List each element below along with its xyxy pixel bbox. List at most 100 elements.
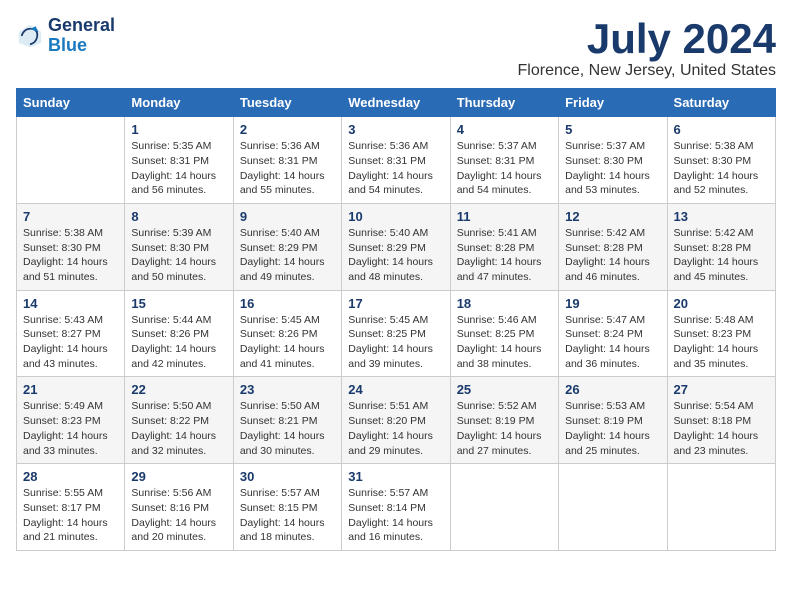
calendar-cell — [559, 464, 667, 551]
calendar-week-row: 1 Sunrise: 5:35 AM Sunset: 8:31 PM Daylig… — [17, 117, 776, 204]
day-number: 13 — [674, 209, 769, 224]
calendar-header-row: SundayMondayTuesdayWednesdayThursdayFrid… — [17, 89, 776, 117]
calendar-cell: 27 Sunrise: 5:54 AM Sunset: 8:18 PM Dayli… — [667, 377, 775, 464]
day-number: 29 — [131, 469, 226, 484]
title-block: July 2024 Florence, New Jersey, United S… — [518, 16, 776, 80]
day-number: 16 — [240, 296, 335, 311]
calendar-cell: 9 Sunrise: 5:40 AM Sunset: 8:29 PM Daylig… — [233, 203, 341, 290]
day-info: Sunrise: 5:57 AM Sunset: 8:14 PM Dayligh… — [348, 486, 443, 545]
calendar-cell: 6 Sunrise: 5:38 AM Sunset: 8:30 PM Daylig… — [667, 117, 775, 204]
day-number: 4 — [457, 122, 552, 137]
calendar-cell — [450, 464, 558, 551]
day-number: 20 — [674, 296, 769, 311]
calendar-cell — [17, 117, 125, 204]
calendar-cell: 19 Sunrise: 5:47 AM Sunset: 8:24 PM Dayli… — [559, 290, 667, 377]
day-number: 21 — [23, 382, 118, 397]
day-number: 9 — [240, 209, 335, 224]
calendar-cell: 25 Sunrise: 5:52 AM Sunset: 8:19 PM Dayli… — [450, 377, 558, 464]
col-header-saturday: Saturday — [667, 89, 775, 117]
day-info: Sunrise: 5:41 AM Sunset: 8:28 PM Dayligh… — [457, 226, 552, 285]
calendar-cell: 10 Sunrise: 5:40 AM Sunset: 8:29 PM Dayli… — [342, 203, 450, 290]
day-info: Sunrise: 5:37 AM Sunset: 8:31 PM Dayligh… — [457, 139, 552, 198]
day-info: Sunrise: 5:45 AM Sunset: 8:25 PM Dayligh… — [348, 313, 443, 372]
calendar-cell: 7Sunrise: 5:38 AM Sunset: 8:30 PM Daylig… — [17, 203, 125, 290]
day-number: 6 — [674, 122, 769, 137]
day-info: Sunrise: 5:50 AM Sunset: 8:22 PM Dayligh… — [131, 399, 226, 458]
page-title: July 2024 — [518, 16, 776, 62]
calendar-table: SundayMondayTuesdayWednesdayThursdayFrid… — [16, 88, 776, 551]
day-number: 25 — [457, 382, 552, 397]
col-header-friday: Friday — [559, 89, 667, 117]
day-info: Sunrise: 5:57 AM Sunset: 8:15 PM Dayligh… — [240, 486, 335, 545]
calendar-cell: 29Sunrise: 5:56 AM Sunset: 8:16 PM Dayli… — [125, 464, 233, 551]
calendar-cell: 26 Sunrise: 5:53 AM Sunset: 8:19 PM Dayli… — [559, 377, 667, 464]
calendar-cell: 17 Sunrise: 5:45 AM Sunset: 8:25 PM Dayli… — [342, 290, 450, 377]
day-number: 22 — [131, 382, 226, 397]
calendar-cell: 5Sunrise: 5:37 AM Sunset: 8:30 PM Daylig… — [559, 117, 667, 204]
calendar-cell: 1 Sunrise: 5:35 AM Sunset: 8:31 PM Daylig… — [125, 117, 233, 204]
calendar-cell: 2 Sunrise: 5:36 AM Sunset: 8:31 PM Daylig… — [233, 117, 341, 204]
calendar-cell: 15 Sunrise: 5:44 AM Sunset: 8:26 PM Dayli… — [125, 290, 233, 377]
day-info: Sunrise: 5:35 AM Sunset: 8:31 PM Dayligh… — [131, 139, 226, 198]
col-header-wednesday: Wednesday — [342, 89, 450, 117]
day-number: 3 — [348, 122, 443, 137]
calendar-cell: 3 Sunrise: 5:36 AM Sunset: 8:31 PM Daylig… — [342, 117, 450, 204]
calendar-cell: 24Sunrise: 5:51 AM Sunset: 8:20 PM Dayli… — [342, 377, 450, 464]
calendar-week-row: 21 Sunrise: 5:49 AM Sunset: 8:23 PM Dayli… — [17, 377, 776, 464]
calendar-cell: 21 Sunrise: 5:49 AM Sunset: 8:23 PM Dayli… — [17, 377, 125, 464]
calendar-cell: 13Sunrise: 5:42 AM Sunset: 8:28 PM Dayli… — [667, 203, 775, 290]
day-info: Sunrise: 5:45 AM Sunset: 8:26 PM Dayligh… — [240, 313, 335, 372]
day-number: 30 — [240, 469, 335, 484]
calendar-cell: 23Sunrise: 5:50 AM Sunset: 8:21 PM Dayli… — [233, 377, 341, 464]
calendar-cell: 4 Sunrise: 5:37 AM Sunset: 8:31 PM Daylig… — [450, 117, 558, 204]
day-info: Sunrise: 5:38 AM Sunset: 8:30 PM Dayligh… — [674, 139, 769, 198]
calendar-cell: 16 Sunrise: 5:45 AM Sunset: 8:26 PM Dayli… — [233, 290, 341, 377]
day-number: 10 — [348, 209, 443, 224]
day-number: 12 — [565, 209, 660, 224]
day-number: 7 — [23, 209, 118, 224]
calendar-cell: 14 Sunrise: 5:43 AM Sunset: 8:27 PM Dayli… — [17, 290, 125, 377]
day-info: Sunrise: 5:36 AM Sunset: 8:31 PM Dayligh… — [348, 139, 443, 198]
day-number: 17 — [348, 296, 443, 311]
calendar-cell: 28Sunrise: 5:55 AM Sunset: 8:17 PM Dayli… — [17, 464, 125, 551]
day-info: Sunrise: 5:36 AM Sunset: 8:31 PM Dayligh… — [240, 139, 335, 198]
day-number: 19 — [565, 296, 660, 311]
day-info: Sunrise: 5:47 AM Sunset: 8:24 PM Dayligh… — [565, 313, 660, 372]
col-header-tuesday: Tuesday — [233, 89, 341, 117]
calendar-week-row: 7Sunrise: 5:38 AM Sunset: 8:30 PM Daylig… — [17, 203, 776, 290]
col-header-monday: Monday — [125, 89, 233, 117]
day-info: Sunrise: 5:52 AM Sunset: 8:19 PM Dayligh… — [457, 399, 552, 458]
day-info: Sunrise: 5:40 AM Sunset: 8:29 PM Dayligh… — [240, 226, 335, 285]
day-number: 31 — [348, 469, 443, 484]
day-info: Sunrise: 5:40 AM Sunset: 8:29 PM Dayligh… — [348, 226, 443, 285]
day-number: 27 — [674, 382, 769, 397]
day-info: Sunrise: 5:48 AM Sunset: 8:23 PM Dayligh… — [674, 313, 769, 372]
day-info: Sunrise: 5:49 AM Sunset: 8:23 PM Dayligh… — [23, 399, 118, 458]
calendar-cell: 20 Sunrise: 5:48 AM Sunset: 8:23 PM Dayli… — [667, 290, 775, 377]
header: General Blue July 2024 Florence, New Jer… — [16, 16, 776, 80]
day-number: 28 — [23, 469, 118, 484]
page-container: General Blue July 2024 Florence, New Jer… — [16, 16, 776, 551]
calendar-cell: 8 Sunrise: 5:39 AM Sunset: 8:30 PM Daylig… — [125, 203, 233, 290]
day-number: 2 — [240, 122, 335, 137]
col-header-thursday: Thursday — [450, 89, 558, 117]
day-number: 15 — [131, 296, 226, 311]
day-number: 26 — [565, 382, 660, 397]
day-info: Sunrise: 5:43 AM Sunset: 8:27 PM Dayligh… — [23, 313, 118, 372]
day-info: Sunrise: 5:54 AM Sunset: 8:18 PM Dayligh… — [674, 399, 769, 458]
calendar-cell: 22 Sunrise: 5:50 AM Sunset: 8:22 PM Dayli… — [125, 377, 233, 464]
day-info: Sunrise: 5:53 AM Sunset: 8:19 PM Dayligh… — [565, 399, 660, 458]
day-info: Sunrise: 5:44 AM Sunset: 8:26 PM Dayligh… — [131, 313, 226, 372]
day-number: 11 — [457, 209, 552, 224]
calendar-cell: 30 Sunrise: 5:57 AM Sunset: 8:15 PM Dayli… — [233, 464, 341, 551]
day-number: 8 — [131, 209, 226, 224]
calendar-week-row: 14 Sunrise: 5:43 AM Sunset: 8:27 PM Dayli… — [17, 290, 776, 377]
day-number: 1 — [131, 122, 226, 137]
col-header-sunday: Sunday — [17, 89, 125, 117]
calendar-cell — [667, 464, 775, 551]
day-number: 14 — [23, 296, 118, 311]
day-info: Sunrise: 5:42 AM Sunset: 8:28 PM Dayligh… — [565, 226, 660, 285]
calendar-cell: 31 Sunrise: 5:57 AM Sunset: 8:14 PM Dayli… — [342, 464, 450, 551]
day-info: Sunrise: 5:39 AM Sunset: 8:30 PM Dayligh… — [131, 226, 226, 285]
day-number: 23 — [240, 382, 335, 397]
